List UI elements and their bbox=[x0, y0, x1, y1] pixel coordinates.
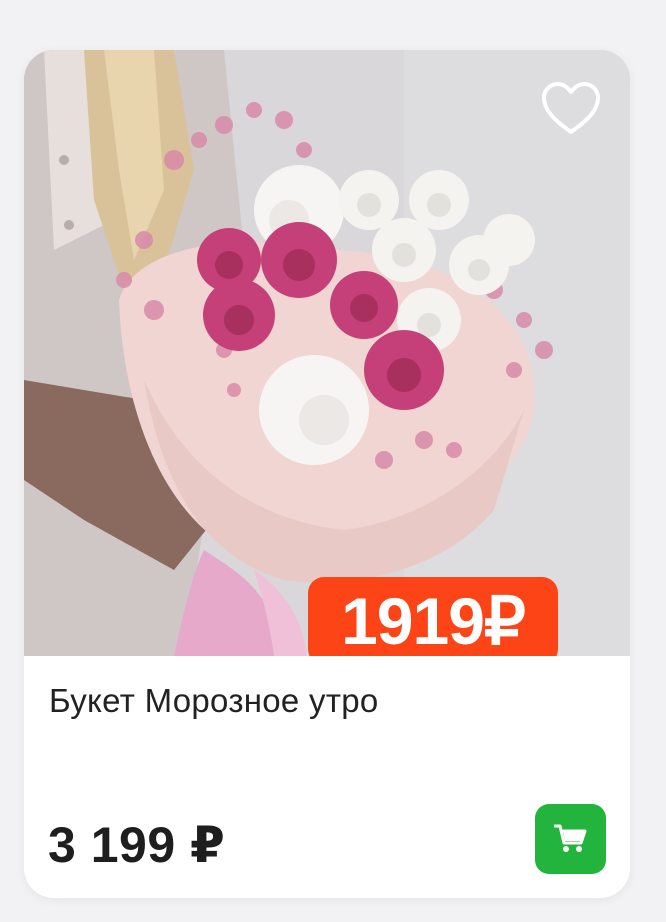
product-card[interactable]: 1919₽ Букет Морозное утро 3 199 ₽ bbox=[24, 50, 630, 898]
bouquet-image bbox=[24, 50, 630, 656]
product-photo[interactable]: 1919₽ bbox=[24, 50, 630, 656]
add-to-cart-button[interactable] bbox=[535, 804, 606, 874]
product-title[interactable]: Букет Морозное утро bbox=[49, 682, 379, 720]
shopping-cart-icon bbox=[554, 824, 587, 852]
product-price: 3 199 ₽ bbox=[48, 817, 226, 873]
promo-price-badge: 1919₽ bbox=[308, 577, 558, 656]
favorite-heart-icon[interactable] bbox=[540, 80, 602, 138]
